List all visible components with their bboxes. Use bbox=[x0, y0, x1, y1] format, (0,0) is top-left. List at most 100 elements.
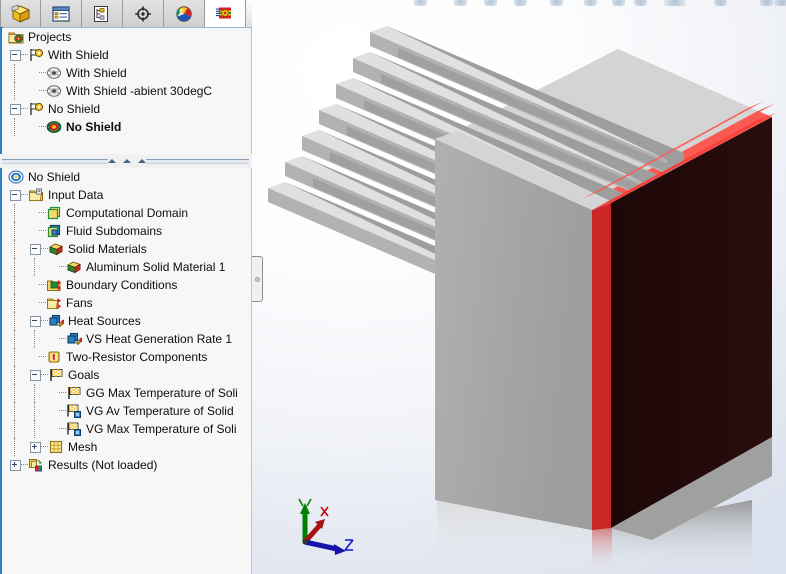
tree-item[interactable]: Two-Resistor Components bbox=[2, 348, 251, 366]
tree-expander[interactable] bbox=[10, 50, 21, 61]
tree-item[interactable]: No Shield bbox=[2, 100, 251, 118]
splitter-grip-arrow bbox=[138, 159, 146, 163]
projects-folder-icon bbox=[8, 29, 24, 45]
tree-connector bbox=[39, 284, 46, 286]
flow-simulation-tree-rows: Input Data Computational Domain bbox=[2, 186, 251, 474]
block-highlight-edge-overlay bbox=[592, 203, 611, 530]
tree-connector bbox=[21, 108, 28, 110]
heat-sink-model[interactable] bbox=[252, 0, 786, 574]
tree-item-project-root[interactable]: No Shield bbox=[2, 168, 251, 186]
tree-label: No Shield bbox=[44, 100, 100, 118]
tree-item[interactable]: Input Data bbox=[2, 186, 251, 204]
yellow-cube-icon bbox=[10, 4, 32, 24]
tab-model-tree[interactable] bbox=[0, 0, 41, 27]
flow-simulation-tree-panel[interactable]: No Shield Input Data bbox=[0, 168, 252, 574]
tree-label: Input Data bbox=[44, 186, 103, 204]
tree-guide-line bbox=[14, 420, 15, 438]
tree-connector bbox=[41, 446, 48, 448]
tree-guide-line bbox=[14, 204, 15, 222]
tree-label: Computational Domain bbox=[62, 204, 188, 222]
tree-item-projects-root[interactable]: Projects bbox=[2, 28, 251, 46]
tree-connector bbox=[39, 302, 46, 304]
project-flag-icon bbox=[28, 101, 44, 117]
tree-item[interactable]: With Shield bbox=[2, 46, 251, 64]
tree-item[interactable]: VG Av Temperature of Solid bbox=[2, 402, 251, 420]
two-resistor-icon bbox=[46, 349, 62, 365]
tree-item[interactable]: With Shield bbox=[2, 64, 251, 82]
tree-label: VS Heat Generation Rate 1 bbox=[82, 330, 232, 348]
tree-expander[interactable] bbox=[10, 460, 21, 471]
crosshair-icon bbox=[132, 4, 154, 24]
tree-guide-line bbox=[14, 312, 15, 330]
tab-display-manager[interactable] bbox=[123, 0, 164, 27]
graphics-viewport[interactable] bbox=[252, 0, 786, 574]
tab-flow-simulation[interactable] bbox=[205, 0, 246, 27]
tree-item[interactable]: Goals bbox=[2, 366, 251, 384]
tree-label: Goals bbox=[64, 366, 99, 384]
tab-feature-list[interactable] bbox=[41, 0, 82, 27]
tree-connector bbox=[39, 126, 46, 128]
solid-materials-icon bbox=[48, 241, 64, 257]
tree-label: Two-Resistor Components bbox=[62, 348, 207, 366]
tree-item[interactable]: Boundary Conditions bbox=[2, 276, 251, 294]
tree-connector bbox=[21, 54, 28, 56]
tree-item[interactable]: Computational Domain bbox=[2, 204, 251, 222]
solid-material-item-icon bbox=[66, 259, 82, 275]
tree-item[interactable]: Solid Materials bbox=[2, 240, 251, 258]
tree-connector bbox=[41, 320, 48, 322]
tree-label: With Shield bbox=[44, 46, 109, 64]
tree-label: GG Max Temperature of Soli bbox=[82, 384, 238, 402]
pane-splitter[interactable] bbox=[0, 154, 252, 168]
tree-connector bbox=[41, 248, 48, 250]
tree-expander[interactable] bbox=[30, 244, 41, 255]
tree-expander[interactable] bbox=[30, 442, 41, 453]
projects-tree-panel[interactable]: Projects With Shield bbox=[0, 28, 252, 154]
tree-item[interactable]: No Shield bbox=[2, 118, 251, 136]
tree-item[interactable]: Fans bbox=[2, 294, 251, 312]
tree-item[interactable]: Aluminum Solid Material 1 bbox=[2, 258, 251, 276]
tree-item[interactable]: Results (Not loaded) bbox=[2, 456, 251, 474]
tree-expander[interactable] bbox=[10, 190, 21, 201]
splitter-grip[interactable] bbox=[108, 156, 146, 166]
config-eye-icon bbox=[46, 83, 62, 99]
tree-label: No Shield bbox=[24, 168, 80, 186]
tree-guide-line bbox=[14, 348, 15, 366]
tree-label: Mesh bbox=[64, 438, 97, 456]
tree-item[interactable]: VS Heat Generation Rate 1 bbox=[2, 330, 251, 348]
config-manager-icon bbox=[92, 5, 112, 23]
tree-item[interactable]: Fluid Subdomains bbox=[2, 222, 251, 240]
tree-label: VG Max Temperature of Soli bbox=[82, 420, 237, 438]
tree-guide-line bbox=[34, 330, 35, 348]
input-data-folder-icon bbox=[28, 187, 44, 203]
tree-guide-line bbox=[14, 240, 15, 258]
color-sphere-icon bbox=[173, 4, 195, 24]
global-goal-icon bbox=[66, 385, 82, 401]
tab-configuration-manager[interactable] bbox=[82, 0, 123, 27]
mesh-icon bbox=[48, 439, 64, 455]
tree-connector bbox=[59, 428, 66, 430]
tree-connector bbox=[59, 392, 66, 394]
tree-label: Solid Materials bbox=[64, 240, 147, 258]
computational-domain-icon bbox=[46, 205, 62, 221]
axis-triad bbox=[277, 495, 357, 565]
tree-connector bbox=[39, 230, 46, 232]
tree-item[interactable]: VG Max Temperature of Soli bbox=[2, 420, 251, 438]
left-task-panel: Projects With Shield bbox=[0, 0, 252, 574]
tree-expander[interactable] bbox=[30, 370, 41, 381]
tree-item[interactable]: Heat Sources bbox=[2, 312, 251, 330]
panel-collapse-handle[interactable] bbox=[252, 256, 263, 302]
tree-guide-line bbox=[14, 384, 15, 402]
tree-item[interactable]: With Shield -abient 30degC bbox=[2, 82, 251, 100]
tree-guide-line bbox=[14, 222, 15, 240]
tree-guide-line bbox=[14, 366, 15, 384]
collapse-handle-dot bbox=[255, 277, 260, 282]
tree-guide-line bbox=[14, 438, 15, 456]
tree-guide-line bbox=[34, 402, 35, 420]
tree-item[interactable]: Mesh bbox=[2, 438, 251, 456]
tree-expander[interactable] bbox=[30, 316, 41, 327]
tree-connector bbox=[59, 338, 66, 340]
tree-expander[interactable] bbox=[10, 104, 21, 115]
volume-goal-icon bbox=[66, 421, 82, 437]
tree-item[interactable]: GG Max Temperature of Soli bbox=[2, 384, 251, 402]
tab-appearances[interactable] bbox=[164, 0, 205, 27]
